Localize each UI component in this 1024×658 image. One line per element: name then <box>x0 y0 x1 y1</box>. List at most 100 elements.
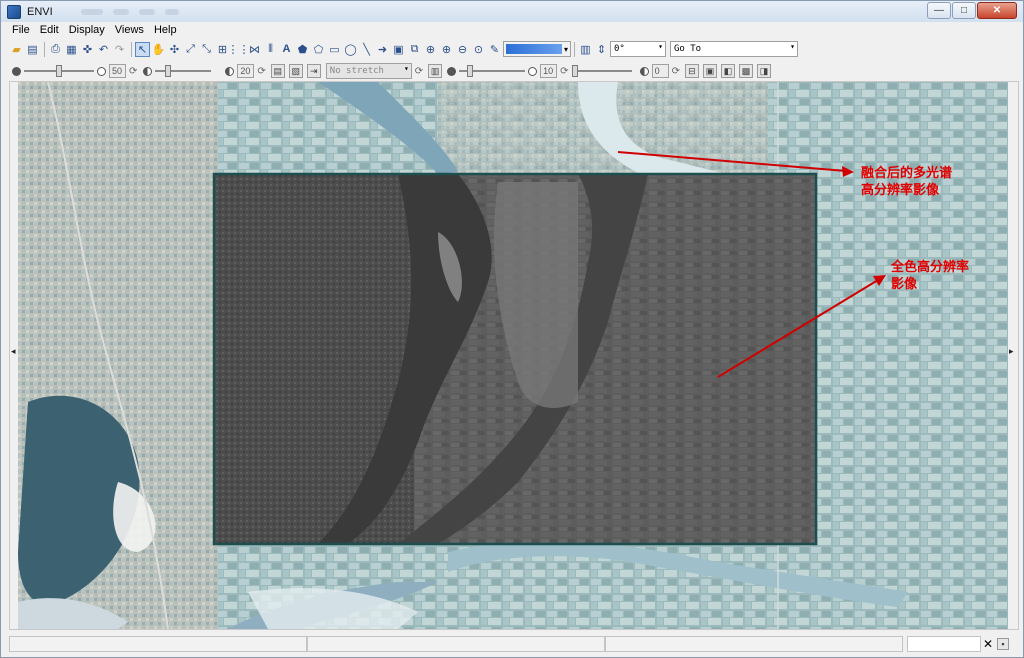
select-icon[interactable]: ↖ <box>135 41 150 57</box>
toolbar-separator <box>131 41 132 57</box>
ellipse-icon[interactable]: ◯ <box>343 42 358 57</box>
contrast-low-icon <box>143 66 153 76</box>
menu-bar: File Edit Display Views Help <box>1 22 1023 38</box>
minimize-button[interactable]: — <box>927 2 951 19</box>
color-swatch <box>506 44 562 54</box>
sharpen-low-icon <box>447 66 457 76</box>
brightness-slider[interactable] <box>24 63 94 79</box>
transparency-value[interactable]: 0 <box>651 64 669 78</box>
fused-image-label-line2: 高分辨率影像 <box>861 183 940 198</box>
slider-thumb[interactable] <box>56 65 62 77</box>
text-icon[interactable]: A <box>279 42 294 57</box>
brightness-value[interactable]: 50 <box>109 64 126 78</box>
rectangle-icon[interactable]: ▭ <box>327 42 342 57</box>
vector-icon[interactable]: ⋈ <box>247 42 262 57</box>
histogram-icon[interactable]: ▥ <box>428 64 443 78</box>
brightness-low-icon <box>12 66 21 76</box>
zoom-in-icon[interactable]: ⊕ <box>439 42 454 57</box>
contrast-value[interactable]: 20 <box>237 64 255 78</box>
menu-edit[interactable]: Edit <box>35 24 64 36</box>
status-field-1 <box>9 636 307 652</box>
print-icon[interactable]: ⎙ <box>48 42 63 57</box>
zoom-color-combo[interactable]: ▾ <box>503 41 571 57</box>
grid-icon[interactable]: ⋮⋮ <box>228 42 250 57</box>
polygon-icon[interactable]: ⬟ <box>295 42 310 57</box>
menu-help[interactable]: Help <box>149 24 182 36</box>
slider-thumb[interactable] <box>571 65 578 77</box>
refresh-icon[interactable]: ⟳ <box>415 66 423 77</box>
cursor-value-icon[interactable]: ⦀ <box>263 42 278 57</box>
chevron-down-icon: ▾ <box>403 64 409 73</box>
picture-icon[interactable]: ▣ <box>391 42 406 57</box>
close-button[interactable]: ✕ <box>977 2 1017 19</box>
line-icon[interactable]: ╲ <box>359 42 374 57</box>
title-bar[interactable]: ENVI — □ ✕ <box>1 1 1023 22</box>
zoom-full-icon[interactable]: ⊕ <box>423 42 438 57</box>
view-swipe-icon[interactable]: ◨ <box>756 64 771 78</box>
refresh-icon[interactable]: ⟳ <box>257 66 265 77</box>
envi-window: ENVI — □ ✕ File Edit Display Views Help … <box>0 0 1024 658</box>
zoom-1to1-icon[interactable]: ⊙ <box>471 42 486 57</box>
menu-display[interactable]: Display <box>64 24 110 36</box>
stretch-linear-icon[interactable]: ▤ <box>270 64 285 78</box>
toolbar-separator <box>574 41 575 57</box>
brightness-high-icon <box>97 66 106 76</box>
zoom-out-icon[interactable]: ⊖ <box>455 42 470 57</box>
arrow-icon[interactable]: ➜ <box>375 42 390 57</box>
sharpen-slider[interactable] <box>459 63 526 79</box>
slider-track <box>155 70 212 72</box>
fly-icon[interactable]: ⤢ <box>183 42 198 57</box>
refresh-icon[interactable]: ⟳ <box>129 66 137 77</box>
slider-thumb[interactable] <box>467 65 474 77</box>
panchromatic-overlay[interactable] <box>212 172 818 546</box>
stretch-apply-icon[interactable]: ⇥ <box>306 64 321 78</box>
refresh-icon[interactable]: ⟳ <box>560 66 568 77</box>
chevron-down-icon: ▾ <box>790 42 795 51</box>
menu-views[interactable]: Views <box>110 24 149 36</box>
slider-thumb[interactable] <box>165 65 172 77</box>
redo-icon[interactable]: ↷ <box>112 42 127 57</box>
ruler-icon[interactable]: ⊟ <box>684 64 699 78</box>
slider-track <box>571 70 632 72</box>
menu-file[interactable]: File <box>7 24 35 36</box>
rotate-reset-icon[interactable]: ▥ <box>578 42 593 57</box>
layer-icon[interactable]: ▦ <box>64 42 79 57</box>
stretch-gauss-icon[interactable]: ▧ <box>288 64 303 78</box>
pan-icon[interactable]: ✋ <box>151 42 166 57</box>
pan-image-label-line2: 影像 <box>891 277 918 292</box>
save-icon[interactable]: ▤ <box>25 42 40 57</box>
status-resize-icon[interactable]: ▪ <box>997 638 1009 650</box>
freeform-icon[interactable]: ⬠ <box>311 42 326 57</box>
flip-icon[interactable]: ⇕ <box>594 42 609 57</box>
open-icon[interactable]: ▰ <box>9 42 24 57</box>
sharpen-value[interactable]: 10 <box>540 64 558 78</box>
sharpen-high-icon <box>528 66 538 76</box>
rotation-combo[interactable]: 0° ▾ <box>610 41 666 57</box>
status-field-2 <box>307 636 605 652</box>
undo-icon[interactable]: ↶ <box>96 42 111 57</box>
crosshair-icon[interactable]: ✜ <box>80 42 95 57</box>
chevron-down-icon: ▾ <box>658 42 663 51</box>
contrast-slider[interactable] <box>155 63 212 79</box>
chip-icon[interactable]: ⧉ <box>407 42 422 57</box>
stretch-combo[interactable]: No stretch ▾ <box>325 63 412 79</box>
view-single-icon[interactable]: ▣ <box>702 64 717 78</box>
cancel-icon[interactable]: ✕ <box>981 637 995 651</box>
toolbar-separator <box>44 41 45 57</box>
stretch-value: No stretch <box>329 66 384 76</box>
transparency-slider[interactable] <box>571 63 632 79</box>
color-picker-icon[interactable]: ✎ <box>487 42 502 57</box>
satellite-image[interactable] <box>18 82 1008 629</box>
left-panel-toggle-icon[interactable]: ◂ <box>11 346 16 357</box>
window-controls: — □ ✕ <box>927 2 1017 19</box>
right-panel-toggle-icon[interactable]: ▸ <box>1009 346 1014 357</box>
goto-combo[interactable]: Go To ▾ <box>670 41 798 57</box>
view-flicker-icon[interactable]: ▩ <box>738 64 753 78</box>
zoom-area-icon[interactable]: ⤡ <box>199 42 214 57</box>
rotate-icon[interactable]: ✣ <box>167 42 182 57</box>
image-view[interactable]: N 融合后的多光谱 高分辨率影像 全色高分辨率 影像 <box>18 82 1008 629</box>
refresh-icon[interactable]: ⟳ <box>672 66 680 77</box>
view-blend-icon[interactable]: ◧ <box>720 64 735 78</box>
title-blur-decoration <box>80 8 179 15</box>
maximize-button[interactable]: □ <box>952 2 976 19</box>
